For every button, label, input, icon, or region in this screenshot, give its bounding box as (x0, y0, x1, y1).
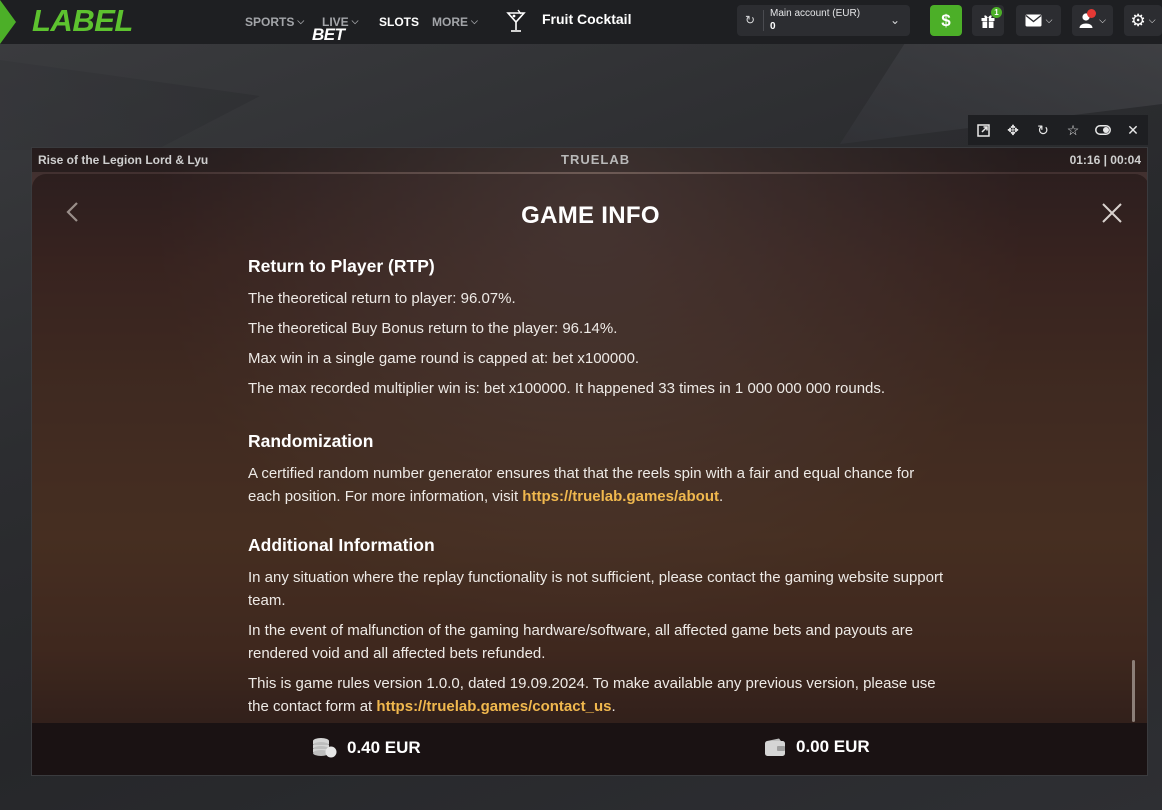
punctuation: . (611, 698, 616, 715)
settings-button[interactable]: ⚙ ⌵ (1124, 5, 1162, 36)
paragraph: The theoretical Buy Bonus return to the … (248, 320, 618, 337)
chevron-down-icon: ⌵ (297, 15, 305, 26)
chevron-down-icon: ⌵ (351, 15, 359, 26)
brand-logo[interactable]: BET LABEL (32, 3, 345, 45)
paragraph: The theoretical return to player: 96.07%… (248, 290, 516, 307)
bet-value: 0.40 EUR (347, 737, 421, 757)
balance-value: 0.00 EUR (796, 737, 870, 756)
section-heading: Return to Player (RTP) (248, 256, 435, 276)
gear-icon: ⚙ (1130, 10, 1146, 30)
toggle-icon[interactable] (1091, 125, 1115, 135)
reload-icon[interactable]: ↻ (1031, 122, 1055, 139)
scrollbar[interactable] (1132, 660, 1135, 722)
provider-logo: TRUELAB (561, 152, 631, 167)
wallet-icon (765, 738, 785, 756)
messages-button[interactable]: ⌵ (1016, 5, 1061, 36)
star-icon[interactable]: ☆ (1061, 122, 1085, 139)
paragraph: A certified random number generator ensu… (248, 462, 948, 508)
top-navigation-bar: BET LABEL SPORTS ⌵ LIVE ⌵ SLOTS MORE ⌵ Fruit… (0, 0, 1162, 44)
current-game-title: Fruit Cocktail (542, 11, 632, 27)
coins-icon (313, 738, 337, 758)
nav-slots-label: SLOTS (379, 15, 420, 29)
game-info-modal: GAME INFO Return to Player (RTP) The the… (32, 174, 1147, 726)
contact-link[interactable]: https://truelab.games/contact_us (376, 698, 611, 715)
rules-content: Return to Player (RTP) The theoretical r… (248, 256, 948, 725)
modal-title: GAME INFO (521, 202, 660, 229)
account-label: Main account (EUR) (770, 8, 861, 19)
paragraph: In the event of malfunction of the gamin… (248, 622, 914, 662)
paragraph: The max recorded multiplier win is: bet … (248, 380, 886, 397)
divider (763, 10, 764, 31)
nav-more[interactable]: MORE ⌵ (432, 0, 478, 44)
bet-amount[interactable]: 0.40 EUR (312, 737, 421, 758)
chevron-down-icon: ⌵ (1045, 15, 1053, 25)
close-icon[interactable] (1099, 200, 1125, 226)
notification-dot (1087, 9, 1096, 18)
user-menu-button[interactable]: ⌵ (1072, 5, 1113, 36)
about-link[interactable]: https://truelab.games/about (522, 488, 719, 505)
game-bottom-bar: 0.40 EUR 0.00 EUR (32, 723, 1147, 775)
paragraph: Max win in a single game round is capped… (248, 350, 640, 367)
session-timer: 01:16 | 00:04 (1069, 153, 1141, 167)
balance-amount: 0.00 EUR (764, 737, 870, 757)
game-frame-toolbar: ✥ ↻ ☆ ✕ (968, 115, 1148, 145)
section-heading: Randomization (248, 431, 374, 451)
account-selector[interactable]: ↻ Main account (EUR) 0 ⌄ (737, 5, 910, 36)
nav-more-label: MORE (432, 15, 468, 29)
refresh-icon[interactable]: ↻ (745, 13, 755, 27)
close-icon[interactable]: ✕ (1121, 122, 1145, 139)
paragraph: In any situation where the replay functi… (248, 569, 944, 609)
chevron-down-icon: ⌵ (1099, 15, 1106, 25)
gift-count-badge: 1 (991, 7, 1002, 18)
section-heading: Additional Information (248, 535, 435, 555)
mail-icon (1025, 14, 1042, 27)
game-name: Rise of the Legion Lord & Lyu (38, 153, 209, 167)
game-frame: Rise of the Legion Lord & Lyu TRUELAB 01… (31, 147, 1148, 776)
move-icon[interactable]: ✥ (1001, 122, 1025, 139)
game-info-strip: Rise of the Legion Lord & Lyu TRUELAB 01… (32, 148, 1147, 172)
logo-accent (0, 0, 16, 44)
account-balance: 0 (770, 21, 776, 32)
nav-live-label: LIVE (322, 15, 349, 29)
chevron-down-icon: ⌵ (1148, 15, 1156, 25)
deposit-button[interactable]: $ (930, 5, 962, 36)
open-external-icon[interactable] (971, 123, 995, 137)
logo-text-label: LABEL (32, 3, 133, 38)
paragraph: This is game rules version 1.0.0, dated … (248, 672, 948, 718)
nav-live[interactable]: LIVE ⌵ (322, 0, 359, 44)
dollar-icon: $ (941, 10, 951, 30)
chevron-down-icon: ⌄ (889, 13, 900, 27)
nav-sports-label: SPORTS (245, 15, 295, 29)
nav-slots[interactable]: SLOTS (379, 0, 419, 44)
cocktail-icon (506, 9, 526, 32)
nav-sports[interactable]: SPORTS ⌵ (245, 0, 304, 44)
punctuation: . (718, 488, 724, 505)
chevron-down-icon: ⌵ (471, 15, 478, 26)
gifts-button[interactable]: 1 (972, 5, 1004, 36)
